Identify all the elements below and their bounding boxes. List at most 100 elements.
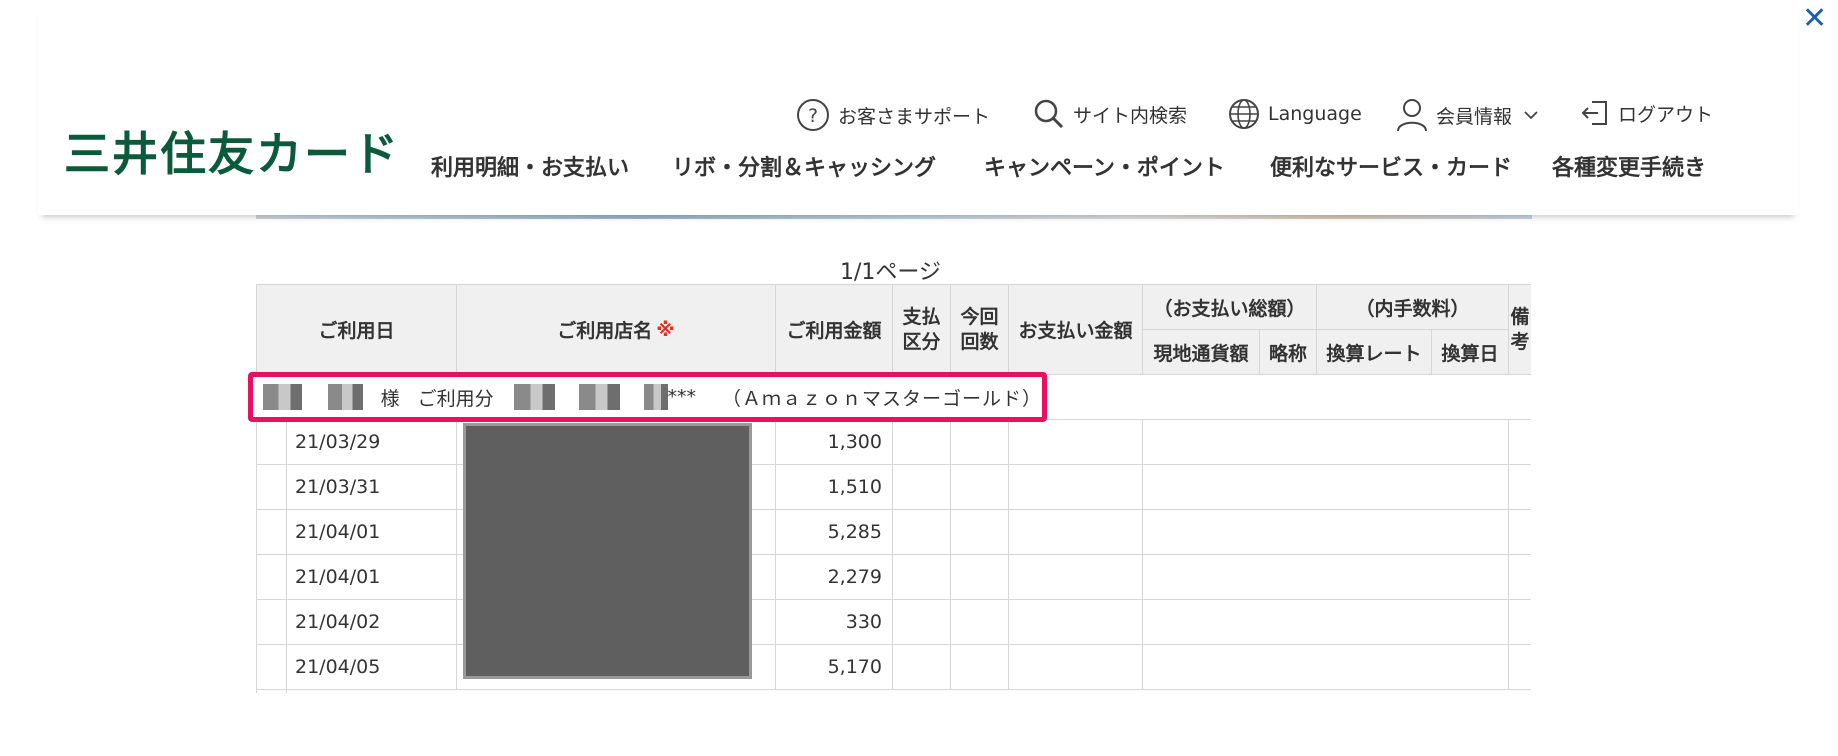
date-column-guide (286, 420, 287, 693)
row-pay-type (893, 645, 951, 690)
redacted-name-2 (328, 384, 363, 410)
row-pay-type (893, 600, 951, 645)
honorific: 様 (380, 387, 400, 410)
globe-icon (1229, 99, 1259, 129)
header-payment: お支払い金額 (1009, 285, 1143, 375)
row-date: 21/03/29 (257, 420, 457, 465)
header-amount: ご利用金額 (776, 285, 893, 375)
search-label: サイト内検索 (1073, 104, 1188, 127)
masked-number: *** (667, 386, 697, 408)
row-remarks (1509, 420, 1531, 465)
row-remarks (1509, 600, 1531, 645)
row-count (951, 555, 1009, 600)
user-icon (1397, 99, 1427, 132)
nav-revolving[interactable]: リボ・分割＆キャッシング (672, 150, 936, 182)
brand-logo[interactable]: 三井住友カード (64, 118, 400, 184)
row-extra (1143, 510, 1509, 555)
chevron-down-icon (1524, 111, 1538, 120)
header-abbr: 略称 (1260, 330, 1317, 375)
header-remarks-1: 備 (1510, 305, 1530, 328)
usage-label: ご利用分 (417, 387, 494, 410)
header-store-label: ご利用店名 (557, 320, 653, 342)
card-group-header: 様 ご利用分 *** （Ａｍａｚｏｎマスターゴールド） (248, 372, 1047, 422)
row-count (951, 645, 1009, 690)
logout-link[interactable]: ログアウト (1580, 98, 1713, 128)
search-icon (1034, 99, 1064, 129)
row-amount: 5,285 (776, 510, 893, 555)
row-amount: 5,170 (776, 645, 893, 690)
header-pay-type-1: 支払 (902, 305, 941, 328)
header-pay-type: 支払 区分 (893, 285, 951, 375)
row-pay-type (893, 555, 951, 600)
site-search-link[interactable]: サイト内検索 (1033, 98, 1187, 130)
header-store-mark: ※ (656, 318, 675, 341)
row-date: 21/04/05 (257, 645, 457, 690)
site-header: 三井住友カード ? お客さまサポート サイト内検索 Language 会員情報 … (38, 0, 1798, 215)
header-count-1: 今回 (960, 305, 999, 328)
row-pay-type (893, 510, 951, 555)
card-name: （Ａｍａｚｏｎマスターゴールド） (722, 387, 1043, 410)
redacted-card-1 (513, 384, 555, 410)
language-link[interactable]: Language (1228, 98, 1362, 130)
row-pay-type (893, 465, 951, 510)
row-payment (1009, 420, 1143, 465)
row-amount: 1,510 (776, 465, 893, 510)
row-extra (1143, 420, 1509, 465)
row-remarks (1509, 555, 1531, 600)
redacted-card-2 (578, 384, 621, 410)
header-total: （お支払い総額） (1143, 285, 1317, 330)
question-circle-icon: ? (797, 99, 829, 131)
row-extra (1143, 555, 1509, 600)
header-rate: 換算レート (1317, 330, 1432, 375)
row-date: 21/04/01 (257, 555, 457, 600)
row-count (951, 465, 1009, 510)
redacted-store-names (463, 423, 752, 679)
row-date: 21/03/31 (257, 465, 457, 510)
nav-campaign[interactable]: キャンペーン・ポイント (984, 150, 1225, 182)
row-count (951, 600, 1009, 645)
table-row-partial (257, 690, 1531, 693)
row-date: 21/04/01 (257, 510, 457, 555)
language-label: Language (1268, 103, 1362, 125)
row-payment (1009, 555, 1143, 600)
header-count: 今回 回数 (951, 285, 1009, 375)
row-payment (1009, 645, 1143, 690)
nav-services[interactable]: 便利なサービス・カード (1270, 150, 1512, 182)
row-amount: 330 (776, 600, 893, 645)
header-conv-date: 換算日 (1432, 330, 1509, 375)
row-remarks (1509, 465, 1531, 510)
redacted-name-1 (263, 384, 303, 410)
header-remarks: 備考 (1509, 285, 1531, 375)
row-amount: 2,279 (776, 555, 893, 600)
logout-label: ログアウト (1618, 103, 1714, 126)
header-date: ご利用日 (257, 285, 457, 375)
row-count (951, 510, 1009, 555)
statement-table: ご利用日 ご利用店名 ※ ご利用金額 支払 区分 今回 回数 お支払い金額 （お支払い… (256, 284, 1531, 693)
header-local: 現地通貨額 (1143, 330, 1260, 375)
svg-text:?: ? (808, 105, 818, 127)
header-pay-type-2: 区分 (902, 330, 941, 353)
page-indicator: 1/1ページ (840, 260, 941, 285)
row-remarks (1509, 510, 1531, 555)
header-remarks-2: 考 (1510, 330, 1530, 353)
nav-procedures[interactable]: 各種変更手続き (1552, 150, 1706, 182)
row-amount: 1,300 (776, 420, 893, 465)
redacted-card-3 (644, 384, 668, 410)
row-payment (1009, 465, 1143, 510)
header-fee: （内手数料） (1317, 285, 1509, 330)
support-label: お客さまサポート (838, 105, 991, 128)
member-label: 会員情報 (1436, 105, 1513, 128)
row-payment (1009, 510, 1143, 555)
row-extra (1143, 645, 1509, 690)
member-info-menu[interactable]: 会員情報 (1396, 98, 1548, 132)
support-link[interactable]: ? お客さまサポート (796, 98, 990, 132)
nav-statements[interactable]: 利用明細・お支払い (431, 150, 629, 182)
row-pay-type (893, 420, 951, 465)
row-extra (1143, 465, 1509, 510)
header-count-2: 回数 (960, 330, 999, 353)
header-store: ご利用店名 ※ (457, 285, 776, 375)
close-icon[interactable]: ✕ (1802, 2, 1827, 36)
row-extra (1143, 600, 1509, 645)
row-payment (1009, 600, 1143, 645)
row-date: 21/04/02 (257, 600, 457, 645)
